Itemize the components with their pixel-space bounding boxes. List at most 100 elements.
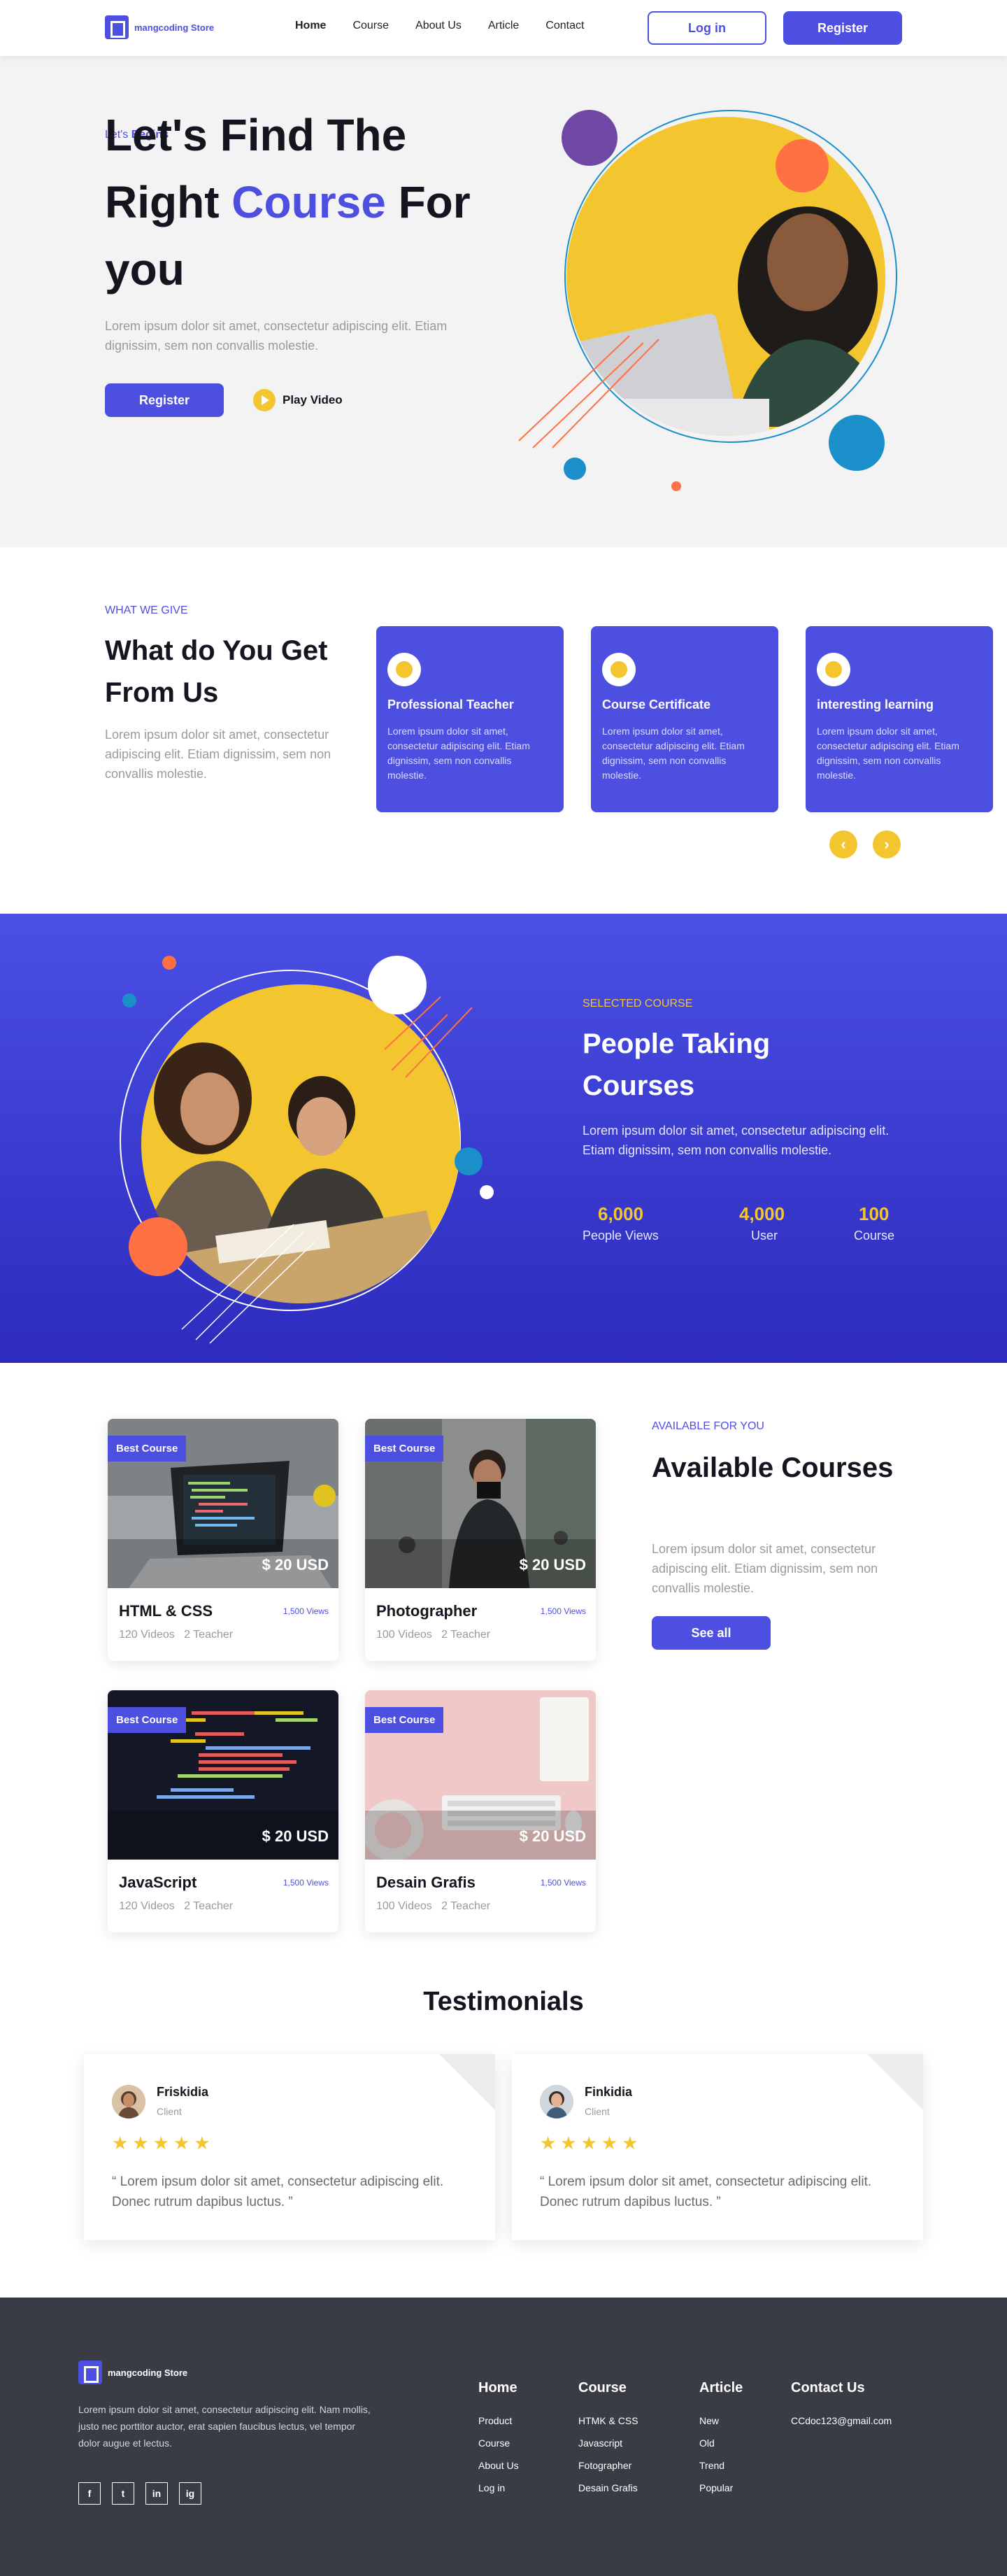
footer-link[interactable]: Course — [478, 2437, 510, 2449]
site-footer: mangcoding Store Lorem ipsum dolor sit a… — [0, 2298, 1007, 2576]
card-corner-decoration — [439, 2054, 495, 2110]
footer-link[interactable]: Trend — [699, 2460, 724, 2471]
facebook-icon[interactable]: f — [78, 2482, 101, 2505]
site-header: mangcoding Store Home Course About Us Ar… — [0, 0, 1007, 56]
feature-card[interactable]: Professional Teacher Lorem ipsum dolor s… — [376, 626, 564, 812]
course-views: 1,500 Views — [540, 1878, 586, 1888]
nav-course[interactable]: Course — [352, 20, 389, 32]
course-meta: 100 Videos 2 Teacher — [376, 1629, 490, 1641]
chevron-right-icon: › — [884, 835, 890, 853]
feature-card-title: Course Certificate — [602, 698, 711, 712]
avatar — [112, 2085, 145, 2118]
footer-logo[interactable]: mangcoding Store — [78, 2361, 187, 2384]
carousel-prev-button[interactable]: ‹ — [829, 830, 857, 858]
footer-link[interactable]: Popular — [699, 2482, 733, 2493]
footer-email-link[interactable]: CCdoc123@gmail.com — [791, 2415, 892, 2426]
course-videos: 120 Videos — [119, 1629, 175, 1641]
see-all-button[interactable]: See all — [652, 1616, 771, 1650]
footer-link[interactable]: HTMK & CSS — [578, 2415, 638, 2426]
course-teachers: 2 Teacher — [184, 1900, 234, 1912]
course-views: 1,500 Views — [283, 1606, 329, 1616]
footer-col-title: Contact Us — [791, 2380, 865, 2395]
instagram-icon[interactable]: ig — [179, 2482, 201, 2505]
hero-title-word: Right — [105, 177, 220, 227]
course-price: $ 20 USD — [519, 1827, 586, 1845]
footer-logo-text: mangcoding Store — [108, 2367, 188, 2378]
course-image: Best Course $ 20 USD — [365, 1419, 596, 1588]
teacher-icon — [387, 653, 421, 686]
available-title: Available Courses — [652, 1452, 894, 1483]
play-video-button[interactable]: Play Video — [253, 389, 343, 411]
best-course-badge: Best Course — [108, 1436, 187, 1462]
footer-link[interactable]: Fotographer — [578, 2460, 631, 2471]
logo[interactable]: mangcoding Store — [105, 15, 214, 39]
hero-description: Lorem ipsum dolor sit amet, consectetur … — [105, 319, 448, 353]
nav-contact[interactable]: Contact — [545, 20, 584, 32]
course-videos: 100 Videos — [376, 1629, 432, 1641]
course-card[interactable]: Best Course $ 20 USD Desain Grafis 1,500… — [365, 1690, 596, 1932]
selected-eyebrow: SELECTED COURSE — [583, 998, 693, 1010]
footer-link[interactable]: About Us — [478, 2460, 519, 2471]
avatar — [540, 2085, 573, 2118]
stat-label: Course — [854, 1229, 895, 1243]
course-image: Best Course $ 20 USD — [108, 1690, 338, 1860]
footer-link[interactable]: Desain Grafis — [578, 2482, 638, 2493]
course-meta: 100 Videos 2 Teacher — [376, 1900, 490, 1913]
hero-title: Let's Find The Right Course For you — [105, 101, 524, 303]
best-course-badge: Best Course — [108, 1707, 187, 1733]
footer-link[interactable]: Log in — [478, 2482, 505, 2493]
best-course-badge: Best Course — [365, 1707, 444, 1733]
nav-article[interactable]: Article — [488, 20, 519, 32]
feature-card-text: Lorem ipsum dolor sit amet, consectetur … — [387, 726, 530, 781]
course-videos: 120 Videos — [119, 1900, 175, 1912]
hero-illustration — [518, 110, 897, 491]
main-nav: Home Course About Us Article Contact — [295, 20, 610, 32]
best-course-badge: Best Course — [365, 1436, 444, 1462]
card-corner-decoration — [867, 2054, 923, 2110]
stat-value: 6,000 — [598, 1203, 644, 1224]
course-teachers: 2 Teacher — [441, 1629, 491, 1641]
course-videos: 100 Videos — [376, 1900, 432, 1912]
play-video-label: Play Video — [283, 393, 343, 406]
course-card[interactable]: Best Course $ 20 USD JavaScript 1,500 Vi… — [108, 1690, 338, 1932]
logo-text: mangcoding Store — [134, 22, 215, 33]
logo-mark-icon — [105, 15, 129, 39]
course-image: Best Course $ 20 USD — [365, 1690, 596, 1860]
stat-label: People Views — [583, 1229, 659, 1243]
nav-home[interactable]: Home — [295, 20, 326, 32]
play-icon — [253, 389, 276, 411]
nav-about[interactable]: About Us — [415, 20, 462, 32]
footer-link[interactable]: Old — [699, 2437, 715, 2449]
feature-card-text: Lorem ipsum dolor sit amet, consectetur … — [602, 726, 745, 781]
course-name: HTML & CSS — [119, 1602, 213, 1620]
course-card[interactable]: Best Course $ 20 USD HTML & CSS 1,500 Vi… — [108, 1419, 338, 1661]
testimonial-role: Client — [585, 2106, 610, 2117]
course-meta: 120 Videos 2 Teacher — [119, 1900, 233, 1913]
course-price: $ 20 USD — [262, 1556, 329, 1573]
twitter-icon[interactable]: t — [112, 2482, 134, 2505]
footer-link[interactable]: Product — [478, 2415, 512, 2426]
feature-card[interactable]: Course Certificate Lorem ipsum dolor sit… — [591, 626, 778, 812]
course-teachers: 2 Teacher — [184, 1629, 234, 1641]
course-image: Best Course $ 20 USD — [108, 1419, 338, 1588]
course-card[interactable]: Best Course $ 20 USD Photographer 1,500 … — [365, 1419, 596, 1661]
linkedin-icon[interactable]: in — [145, 2482, 168, 2505]
certificate-icon — [602, 653, 636, 686]
testimonial-role: Client — [157, 2106, 182, 2117]
footer-description: Lorem ipsum dolor sit amet, consectetur … — [78, 2404, 371, 2449]
testimonial-quote: “ Lorem ipsum dolor sit amet, consectetu… — [540, 2174, 872, 2209]
hero-register-button[interactable]: Register — [105, 383, 224, 417]
footer-col-title: Home — [478, 2380, 517, 2395]
footer-col-title: Article — [699, 2380, 743, 2395]
carousel-next-button[interactable]: › — [873, 830, 901, 858]
course-name: JavaScript — [119, 1874, 197, 1891]
testimonial-card: Finkidia Client ★★★★★ “ Lorem ipsum dolo… — [512, 2054, 923, 2240]
footer-link[interactable]: Javascript — [578, 2437, 622, 2449]
hero-title-word: For — [398, 177, 471, 227]
stat-value: 100 — [859, 1203, 890, 1224]
footer-link[interactable]: New — [699, 2415, 719, 2426]
register-button[interactable]: Register — [783, 11, 902, 45]
feature-card[interactable]: interesting learning Lorem ipsum dolor s… — [806, 626, 993, 812]
available-description: Lorem ipsum dolor sit amet, consectetur … — [652, 1542, 878, 1595]
login-button[interactable]: Log in — [648, 11, 766, 45]
